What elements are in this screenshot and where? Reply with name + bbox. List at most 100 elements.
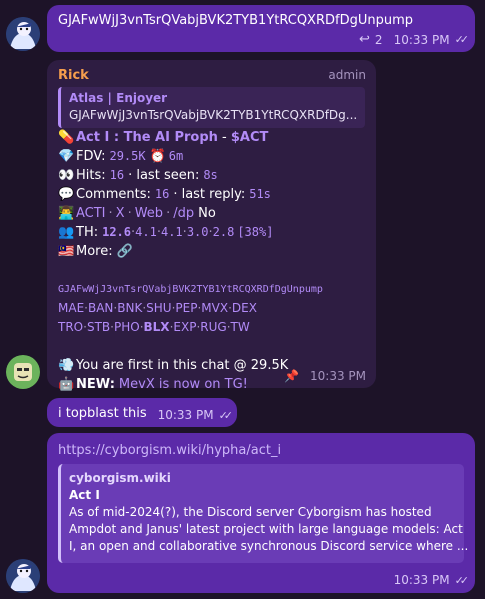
link-web[interactable]: Web: [135, 204, 163, 223]
th-value[interactable]: 4.1: [135, 223, 157, 242]
exchange-link[interactable]: DEX: [232, 299, 257, 318]
th-value[interactable]: 2.8: [213, 223, 235, 242]
message-text: i topblast this: [58, 406, 147, 421]
message-meta: 10:33 PM ✓✓: [158, 408, 234, 422]
link-icon[interactable]: 🔗: [117, 242, 133, 261]
comments-value: 16: [154, 187, 170, 201]
pill-icon: 💊: [58, 130, 75, 145]
clock-icon: ⏰: [149, 149, 166, 164]
preview-site: cyborgism.wiki: [69, 471, 171, 485]
th-value[interactable]: 12.6: [102, 223, 131, 242]
exchange-link[interactable]: EXP: [173, 318, 196, 337]
message-time: 10:33 PM: [310, 369, 366, 383]
links-line: 👨‍💻 ACTI · X · Web · /dp No: [58, 204, 216, 223]
fdv-label: FDV:: [76, 149, 106, 164]
exchange-link[interactable]: RUG: [200, 318, 226, 337]
users-icon: 👥: [58, 225, 75, 240]
outgoing-message[interactable]: i topblast this 10:33 PM ✓✓: [47, 398, 237, 427]
last-seen-label: · last seen:: [128, 168, 200, 183]
th-label: TH:: [76, 225, 99, 240]
message-text: GJAFwWjJ3vnTsrQVabjBVK2TYB1YtRCQXRDfDgUn…: [58, 13, 413, 28]
new-link[interactable]: MevX is now on TG!: [119, 375, 248, 394]
avatar-image: [6, 355, 40, 389]
double-check-icon: ✓✓: [454, 33, 470, 46]
exchange-link[interactable]: BAN: [88, 299, 113, 318]
age-value: 6m: [168, 149, 184, 163]
pin-icon: 📌: [284, 369, 299, 383]
th-value[interactable]: 4.1: [161, 223, 183, 242]
message-link[interactable]: https://cyborgism.wiki/hypha/act_i: [58, 441, 281, 460]
last-reply-value: 51s: [249, 187, 271, 201]
avatar[interactable]: [6, 559, 40, 593]
first-text: You are first in this chat @ 29.5K: [76, 358, 289, 373]
contract-address[interactable]: GJAFwWjJ3vnTsrQVabjBVK2TYB1YtRCQXRDfDgUn…: [58, 280, 368, 299]
more-line: 🇲🇾 More: 🔗: [58, 242, 368, 261]
quote-title: Atlas | Enjoyer: [69, 91, 168, 105]
more-label: More:: [76, 244, 113, 259]
new-label: NEW:: [76, 377, 115, 392]
dp-value: No: [198, 206, 216, 221]
th-total: [38%]: [237, 225, 274, 239]
preview-desc: I, an open and collaborative synchronous…: [69, 539, 469, 553]
flag-icon: 🇲🇾: [58, 244, 75, 259]
th-value[interactable]: 3.0: [187, 223, 209, 242]
poof-icon: 💨: [58, 358, 75, 373]
link-x[interactable]: X: [116, 204, 125, 223]
diamond-icon: 💎: [58, 149, 75, 164]
eyes-icon: 👀: [58, 168, 75, 183]
reply-quote[interactable]: Atlas | Enjoyer GJAFwWjJ3vnTsrQVabjBVK2T…: [58, 87, 365, 128]
exchange-row: TRO · STB · PHO · BLX · EXP · RUG · TW: [58, 318, 368, 337]
link-acti[interactable]: ACTI: [76, 204, 106, 223]
fdv-line: 💎 FDV: 29.5K ⏰ 6m: [58, 147, 368, 166]
th-line: 👥 TH: 12.6 · 4.1 · 4.1 · 3.0 · 2.8 [38%]: [58, 223, 274, 242]
token-title[interactable]: Act I : The AI Proph: [76, 128, 218, 147]
token-card: 💊 Act I : The AI Proph - $ACT 💎 FDV: 29.…: [58, 128, 368, 394]
reply-count[interactable]: 2: [375, 33, 383, 47]
exchange-row: MAE · BAN · BNK · SHU · PEP · MVX · DEX: [58, 299, 368, 318]
message-meta: 10:33 PM ✓✓: [393, 573, 470, 587]
last-reply-label: · last reply:: [173, 187, 246, 202]
link-dp[interactable]: /dp: [173, 204, 194, 223]
exchange-link[interactable]: MAE: [58, 299, 84, 318]
comments-line: 💬 Comments: 16 · last reply: 51s: [58, 185, 368, 204]
speech-icon: 💬: [58, 187, 75, 202]
robot-icon: 🤖: [58, 377, 75, 392]
exchange-link[interactable]: MVX: [201, 299, 228, 318]
token-ticker[interactable]: $ACT: [231, 128, 269, 147]
hits-value: 16: [109, 168, 125, 182]
exchange-link[interactable]: PHO: [114, 318, 140, 337]
incoming-message[interactable]: Rick admin Atlas | Enjoyer GJAFwWjJ3vnTs…: [47, 60, 376, 392]
message-time: 10:33 PM: [393, 32, 450, 47]
reply-icon[interactable]: ↩: [359, 32, 370, 47]
avatar[interactable]: [6, 355, 40, 389]
exchange-link[interactable]: STB: [87, 318, 110, 337]
outgoing-message[interactable]: https://cyborgism.wiki/hypha/act_i cybor…: [47, 433, 475, 593]
exchange-link[interactable]: BLX: [144, 318, 170, 337]
hits-label: Hits:: [76, 168, 106, 183]
message-meta: 📌 10:33 PM: [284, 369, 366, 383]
last-seen-value: 8s: [203, 168, 218, 182]
preview-desc: Ampdot and Janus' latest project with la…: [69, 522, 463, 536]
exchange-link[interactable]: TW: [231, 318, 250, 337]
quote-text: GJAFwWjJ3vnTsrQVabjBVK2TYB1YtRCQXRDfDg..…: [69, 108, 358, 122]
message-meta: ↩ 2 10:33 PM ✓✓: [359, 32, 470, 47]
link-preview[interactable]: cyborgism.wiki Act I As of mid-2024(?), …: [58, 464, 468, 563]
preview-desc: As of mid-2024(?), the Discord server Cy…: [69, 505, 432, 519]
hits-line: 👀 Hits: 16 · last seen: 8s: [58, 166, 368, 185]
exchange-link[interactable]: SHU: [146, 299, 171, 318]
outgoing-message[interactable]: GJAFwWjJ3vnTsrQVabjBVK2TYB1YtRCQXRDfDgUn…: [47, 5, 475, 52]
comments-label: Comments:: [76, 187, 151, 202]
preview-title: Act I: [69, 488, 100, 502]
exchange-link[interactable]: PEP: [175, 299, 197, 318]
sender-role: admin: [328, 68, 366, 82]
exchange-link[interactable]: BNK: [117, 299, 142, 318]
double-check-icon: ✓✓: [218, 408, 234, 422]
message-time: 10:33 PM: [393, 573, 450, 587]
avatar[interactable]: [6, 17, 40, 51]
exchange-link[interactable]: TRO: [58, 318, 83, 337]
double-check-icon: ✓✓: [454, 573, 470, 587]
avatar-image: [6, 17, 40, 51]
sender-name[interactable]: Rick: [58, 68, 89, 83]
avatar-image: [6, 559, 40, 593]
token-title-line: 💊 Act I : The AI Proph - $ACT: [58, 128, 368, 147]
